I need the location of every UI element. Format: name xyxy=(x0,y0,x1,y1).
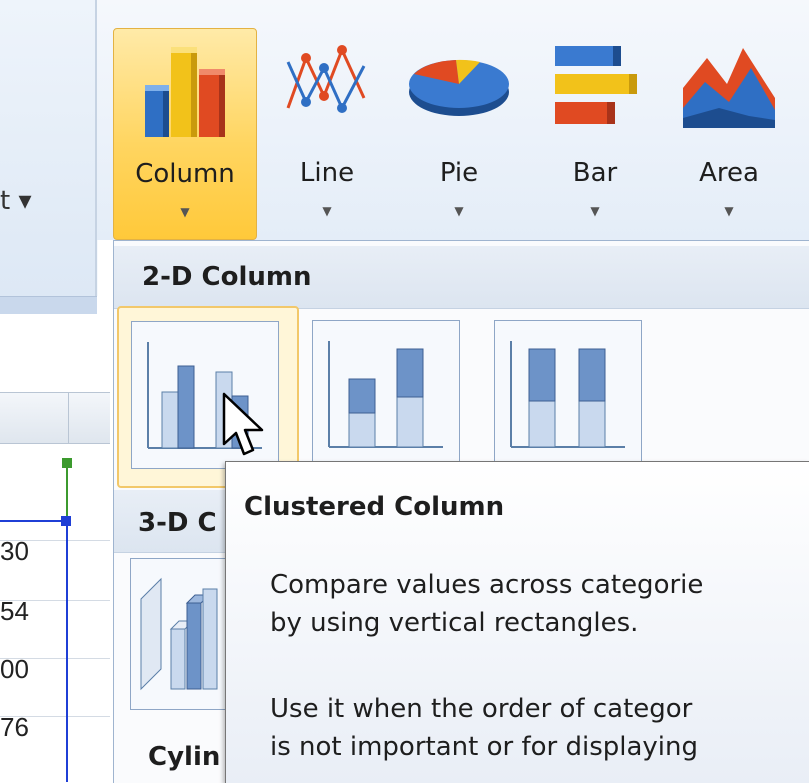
mouse-cursor-icon xyxy=(222,392,264,456)
ribbon-group-footer xyxy=(0,296,97,315)
chart-type-tooltip: Clustered Column Compare values across c… xyxy=(225,461,809,783)
cell-value[interactable]: 76 xyxy=(0,706,64,748)
pie-chart-label: Pie xyxy=(439,158,479,188)
100-stacked-column-option[interactable] xyxy=(494,320,642,468)
column-chart-button[interactable]: Column ▼ xyxy=(113,28,257,240)
stacked-column-icon xyxy=(328,341,443,448)
selection-handle[interactable] xyxy=(61,516,71,526)
ribbon-left-group xyxy=(0,0,95,296)
area-chart-button[interactable]: Area ▼ xyxy=(664,28,794,238)
ribbon-left-button-label[interactable]: t ▾ xyxy=(0,186,32,216)
column-header-separator[interactable] xyxy=(68,392,69,444)
selection-border-top xyxy=(0,520,66,522)
chevron-down-icon: ▼ xyxy=(454,204,464,218)
bar-chart-button[interactable]: Bar ▼ xyxy=(530,28,660,238)
selection-border-right xyxy=(66,520,68,782)
pie-chart-button[interactable]: Pie ▼ xyxy=(394,28,524,238)
percent-stacked-column-icon xyxy=(510,341,625,448)
bar-chart-label: Bar xyxy=(572,158,618,188)
line-chart-label: Line xyxy=(299,158,355,188)
area-chart-icon xyxy=(683,48,775,128)
column-chart-label: Column xyxy=(135,159,235,189)
column-chart-icon xyxy=(145,47,225,137)
tooltip-description-line: is not important or for displaying xyxy=(270,732,698,762)
cell-value[interactable]: 30 xyxy=(0,530,64,572)
range-selection-line xyxy=(66,462,68,520)
section-title-3d-column: 3-D C xyxy=(138,508,217,538)
line-chart-icon xyxy=(286,45,366,113)
column-header[interactable] xyxy=(0,392,110,444)
stacked-column-option[interactable] xyxy=(312,320,460,468)
bar-chart-icon xyxy=(555,46,637,124)
chevron-down-icon: ▼ xyxy=(590,204,600,218)
section-header-2d: 2-D Column xyxy=(114,246,809,309)
tooltip-title: Clustered Column xyxy=(244,492,505,522)
chevron-down-icon: ▼ xyxy=(180,205,190,219)
area-chart-label: Area xyxy=(699,158,759,188)
section-title-2d-column: 2-D Column xyxy=(142,262,312,292)
cell-value[interactable]: 54 xyxy=(0,590,64,632)
tooltip-description-line: by using vertical rectangles. xyxy=(270,608,639,638)
pie-chart-icon xyxy=(409,59,509,116)
range-handle[interactable] xyxy=(62,458,72,468)
chevron-down-icon: ▼ xyxy=(724,204,734,218)
tooltip-description-line: Use it when the order of categor xyxy=(270,694,693,724)
chevron-down-icon: ▼ xyxy=(322,204,332,218)
section-title-cylinder: Cylin xyxy=(148,742,221,772)
tooltip-description-line: Compare values across categorie xyxy=(270,570,704,600)
cell-value[interactable]: 00 xyxy=(0,648,64,690)
line-chart-button[interactable]: Line ▼ xyxy=(262,28,392,238)
